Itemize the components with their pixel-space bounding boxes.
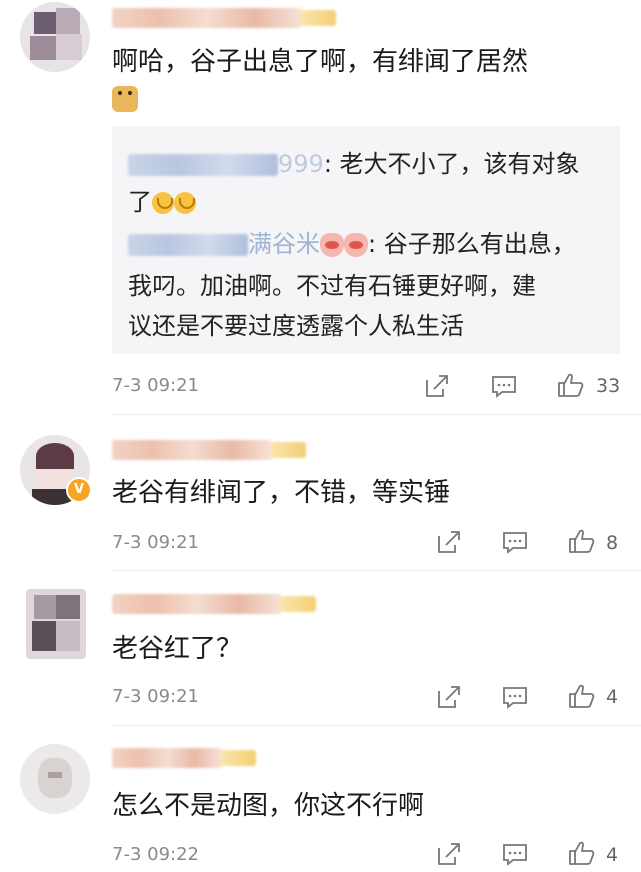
verified-badge-icon: V (66, 477, 92, 503)
like-icon[interactable] (557, 371, 585, 399)
grin-emoji (152, 192, 174, 214)
share-icon[interactable] (436, 684, 462, 710)
comment-time: 7-3 09:21 (112, 686, 199, 707)
comment-icon[interactable] (491, 373, 517, 399)
comment-icon[interactable] (502, 841, 528, 867)
reply-box[interactable]: 999: 老大不小了，该有对象 了 满谷米 : 谷子那么有出息， 我叼。加油啊。不… (112, 126, 620, 354)
like-icon[interactable] (568, 682, 596, 710)
share-icon[interactable] (424, 373, 450, 399)
share-icon[interactable] (436, 529, 462, 555)
reply-username[interactable] (128, 234, 248, 256)
like-icon[interactable] (568, 839, 596, 867)
grin-emoji (174, 192, 196, 214)
username[interactable] (112, 440, 306, 460)
comment-text: 啊哈，谷子出息了啊，有绯闻了居然 (112, 42, 528, 82)
reply-item-cont: 了 (128, 182, 196, 222)
username[interactable] (112, 8, 336, 28)
username[interactable] (112, 594, 316, 614)
comment-text-content: 啊哈，谷子出息了啊，有绯闻了居然 (112, 47, 529, 77)
like-count: 4 (606, 844, 619, 866)
avatar[interactable] (26, 589, 86, 659)
comment-time: 7-3 09:22 (112, 844, 199, 865)
reply-text: : 谷子那么有出息， (368, 230, 576, 258)
cat-emoji (344, 233, 368, 257)
comment-item: 老谷红了？ 7-3 09:21 4 (0, 571, 641, 726)
comment-item: 怎么不是动图，你这不行啊 7-3 09:22 4 (0, 726, 641, 872)
reply-text-line2: 我叼。加油啊。不过有石锤更好啊，建 (128, 272, 536, 300)
comment-icon[interactable] (502, 684, 528, 710)
avatar[interactable] (20, 2, 90, 72)
reply-text-line3: 议还是不要过度透露个人私生活 (128, 312, 464, 340)
like-count: 33 (596, 375, 621, 397)
comment-text: 怎么不是动图，你这不行啊 (112, 791, 425, 821)
comment-time: 7-3 09:21 (112, 532, 199, 553)
comment-item: 啊哈，谷子出息了啊，有绯闻了居然 999: 老大不小了，该有对象 了 满谷米 : … (0, 0, 641, 415)
like-count: 8 (606, 532, 619, 554)
share-icon[interactable] (436, 841, 462, 867)
reply-username-tail[interactable]: 满谷米 (248, 230, 320, 258)
reply-username[interactable] (128, 154, 278, 176)
comment-item: V 老谷有绯闻了，不错，等实锤 7-3 09:21 8 (0, 415, 641, 571)
reply-text-line2: 了 (128, 188, 152, 216)
like-icon[interactable] (568, 527, 596, 555)
like-count: 4 (606, 686, 619, 708)
reply-username-tail[interactable]: 999 (278, 150, 324, 178)
username[interactable] (112, 748, 256, 768)
reply-text: : 老大不小了，该有对象 (323, 150, 580, 178)
comment-time: 7-3 09:21 (112, 375, 199, 396)
comment-icon[interactable] (502, 529, 528, 555)
comment-text: 老谷有绯闻了，不错，等实锤 (112, 478, 451, 508)
cat-emoji (320, 233, 344, 257)
reply-item: 满谷米 : 谷子那么有出息， (128, 224, 576, 264)
comment-text: 老谷红了？ (112, 634, 243, 664)
avatar[interactable] (20, 744, 90, 814)
doge-emoji (112, 86, 138, 112)
reply-item: 999: 老大不小了，该有对象 (128, 144, 580, 184)
